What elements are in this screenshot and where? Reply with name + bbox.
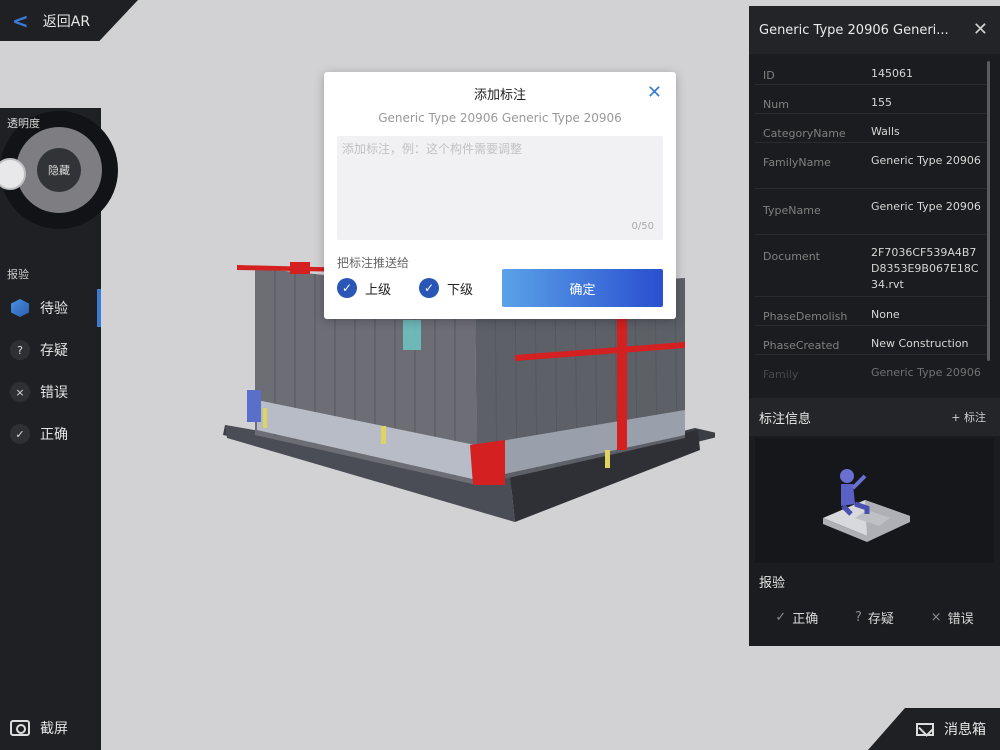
property-value: Generic Type 20906 [871, 154, 981, 167]
check-icon: ✓ [337, 278, 357, 298]
property-value: 2F7036CF539A4B7D8353E9B067E18C34.rvt [871, 246, 979, 291]
property-key: ID [763, 69, 775, 82]
property-value: Generic Type 20906 [871, 366, 981, 379]
property-key: Document [763, 250, 820, 263]
push-to-label: 把标注推送给 [337, 256, 410, 270]
property-row: PhaseDemolish None [755, 297, 987, 326]
subordinate-checkbox[interactable]: ✓ 下级 [419, 278, 473, 298]
property-value: Walls [871, 125, 900, 138]
chevron-left-icon: < [12, 8, 29, 33]
close-icon[interactable]: ✕ [973, 19, 988, 40]
property-key: PhaseCreated [763, 339, 840, 352]
cross-icon: × [10, 382, 30, 402]
inspection-section-title: 报验 [7, 268, 29, 281]
opacity-label: 透明度 [7, 117, 40, 130]
check-icon: ✓ [419, 278, 439, 298]
char-counter: 0/50 [631, 221, 654, 232]
back-label: 返回AR [42, 13, 91, 30]
checkbox-label: 下级 [447, 282, 474, 298]
sidebar-item-label: 待验 [40, 301, 68, 317]
sidebar-item-label: 正确 [40, 427, 68, 443]
property-key: PhaseDemolish [763, 310, 848, 323]
check-icon: ✓ [775, 610, 787, 625]
inspection-title: 报验 [759, 576, 786, 591]
annotation-header: 标注信息 + 标注 [749, 398, 1000, 436]
property-row: CategoryName Walls [755, 114, 987, 143]
properties-header: Generic Type 20906 Generi... ✕ [749, 6, 1000, 54]
sidebar-item-doubtful[interactable]: ? 存疑 [0, 331, 101, 369]
annotation-title: 标注信息 [759, 411, 812, 427]
annotation-placeholder: 添加标注，例：这个构件需要调整 [342, 142, 523, 156]
checkbox-label: 上级 [365, 282, 392, 298]
property-value: Generic Type 20906 [871, 200, 981, 213]
envelope-icon [916, 722, 934, 736]
property-row: PhaseCreated New Construction [755, 326, 987, 355]
inspection-options: ✓ 正确 ? 存疑 × 错误 [757, 601, 992, 634]
property-value: 145061 [871, 67, 913, 80]
sidebar-item-label: 存疑 [40, 343, 68, 359]
check-icon: ✓ [10, 424, 30, 444]
option-label: 正确 [792, 612, 819, 627]
inspect-error-button[interactable]: × 错误 [931, 608, 974, 627]
question-icon: ? [855, 610, 862, 625]
empty-illustration-icon [823, 469, 910, 542]
properties-list[interactable]: ID 145061 Num 155 CategoryName Walls Fam… [755, 56, 987, 391]
hide-button[interactable]: 隐藏 [37, 148, 81, 192]
cube-icon [10, 298, 30, 318]
close-icon[interactable]: ✕ [647, 82, 662, 103]
superior-checkbox[interactable]: ✓ 上级 [337, 278, 391, 298]
property-row: Document 2F7036CF539A4B7D8353E9B067E18C3… [755, 235, 987, 297]
property-value: 155 [871, 96, 892, 109]
add-annotation-button[interactable]: + 标注 [951, 409, 986, 425]
property-row: ID 145061 [755, 56, 987, 85]
property-row: Family Generic Type 20906 [755, 355, 987, 391]
option-label: 错误 [947, 612, 974, 627]
sidebar-item-correct[interactable]: ✓ 正确 [0, 415, 101, 453]
properties-scrollbar[interactable] [987, 61, 990, 361]
sidebar-item-label: 错误 [40, 385, 68, 401]
add-annotation-dialog: 添加标注 ✕ Generic Type 20906 Generic Type 2… [324, 72, 676, 319]
property-key: CategoryName [763, 127, 846, 140]
option-label: 存疑 [867, 612, 894, 627]
property-value: New Construction [871, 337, 969, 350]
screenshot-button[interactable]: 截屏 [10, 718, 68, 738]
question-icon: ? [10, 340, 30, 360]
confirm-button[interactable]: 确定 [502, 269, 663, 307]
camera-icon [10, 720, 30, 736]
property-row: TypeName Generic Type 20906 [755, 189, 987, 235]
property-row: FamilyName Generic Type 20906 [755, 143, 987, 189]
message-box-label: 消息箱 [944, 722, 986, 738]
cross-icon: × [930, 610, 942, 625]
dialog-title: 添加标注 [473, 88, 526, 103]
property-key: Num [763, 98, 789, 111]
property-value: None [871, 308, 900, 321]
property-key: TypeName [763, 204, 821, 217]
properties-panel: Generic Type 20906 Generi... ✕ ID 145061… [749, 6, 1000, 646]
property-key: Family [763, 368, 799, 381]
screenshot-label: 截屏 [40, 721, 68, 737]
inspect-correct-button[interactable]: ✓ 正确 [775, 608, 818, 627]
property-row: Num 155 [755, 85, 987, 114]
property-key: FamilyName [763, 156, 831, 169]
sidebar-item-error[interactable]: × 错误 [0, 373, 101, 411]
sidebar-item-pending[interactable]: 待验 [0, 289, 101, 327]
dialog-subtitle: Generic Type 20906 Generic Type 20906 [378, 111, 622, 125]
inspect-doubtful-button[interactable]: ? 存疑 [855, 608, 894, 627]
properties-title: Generic Type 20906 Generi... [759, 22, 949, 38]
annotation-empty-state [755, 438, 994, 563]
active-indicator [97, 289, 101, 327]
